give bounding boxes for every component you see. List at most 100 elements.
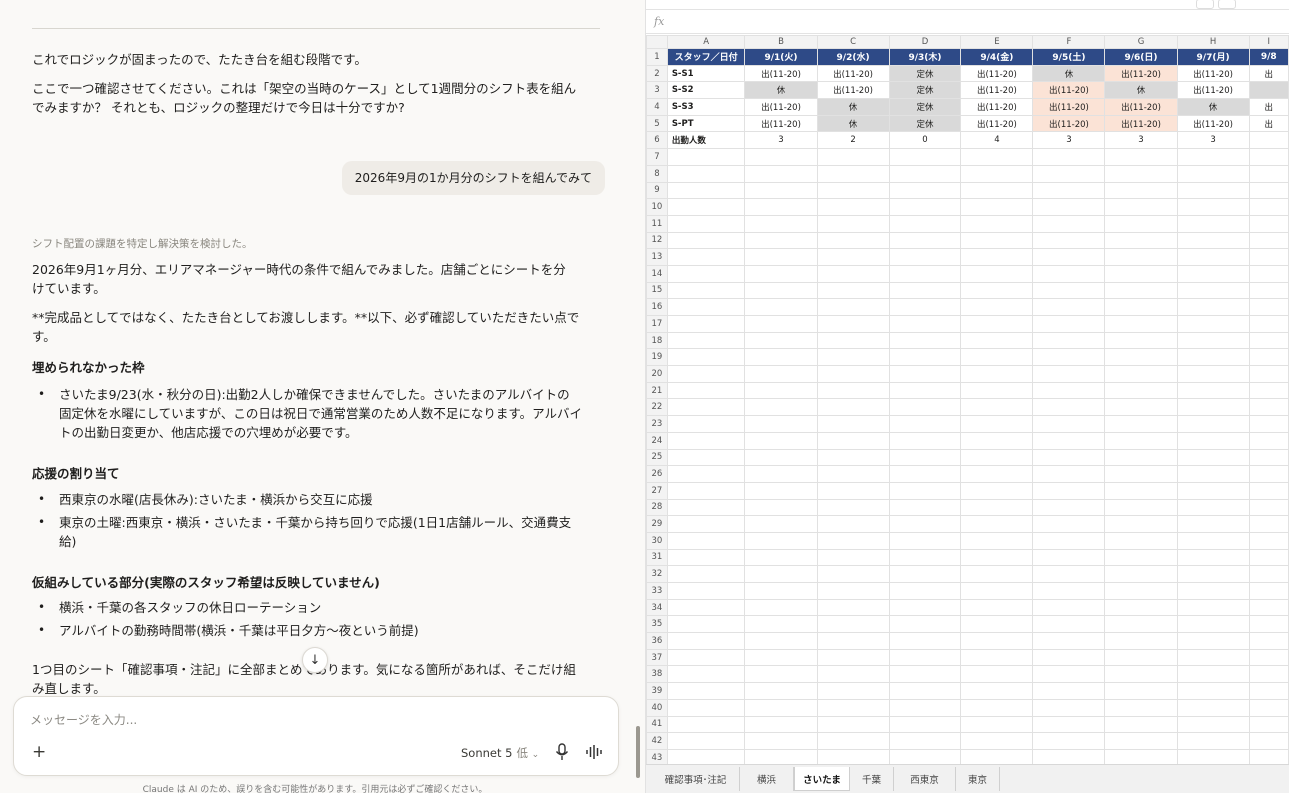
empty-cell[interactable]	[816, 632, 890, 650]
empty-cell[interactable]	[816, 415, 890, 433]
empty-cell[interactable]	[1032, 548, 1106, 567]
empty-cell[interactable]	[1176, 381, 1250, 400]
empty-cell[interactable]	[1248, 348, 1289, 367]
empty-cell[interactable]	[888, 465, 962, 483]
count-cell[interactable]: 0	[888, 131, 962, 150]
shift-cell[interactable]: 出	[1248, 98, 1289, 116]
empty-cell[interactable]	[744, 198, 818, 216]
empty-cell[interactable]	[1032, 381, 1106, 400]
empty-cell[interactable]	[744, 665, 818, 684]
empty-cell[interactable]	[888, 365, 962, 383]
empty-cell[interactable]	[666, 481, 746, 500]
shift-cell[interactable]: 出(11-20)	[960, 64, 1034, 83]
empty-cell[interactable]	[1032, 565, 1106, 583]
empty-cell[interactable]	[1176, 148, 1250, 166]
empty-cell[interactable]	[888, 515, 962, 533]
empty-cell[interactable]	[1032, 732, 1106, 750]
empty-cell[interactable]	[666, 615, 746, 634]
empty-cell[interactable]	[744, 398, 818, 417]
empty-cell[interactable]	[888, 582, 962, 600]
empty-cell[interactable]	[744, 548, 818, 567]
empty-cell[interactable]	[888, 281, 962, 300]
toolbar-button[interactable]	[1218, 0, 1236, 9]
sheet-tab[interactable]: 確認事項･注記	[652, 767, 740, 791]
shift-cell[interactable]: 出(11-20)	[1176, 64, 1250, 83]
empty-cell[interactable]	[960, 498, 1034, 517]
row-header[interactable]: 30	[646, 531, 668, 550]
empty-cell[interactable]	[816, 331, 890, 350]
empty-cell[interactable]	[960, 698, 1034, 717]
empty-cell[interactable]	[1032, 431, 1106, 450]
sheet-tab[interactable]: 西東京	[894, 767, 956, 791]
shift-cell[interactable]: 定休	[888, 98, 962, 116]
row-header[interactable]: 33	[646, 582, 668, 600]
shift-cell[interactable]: 休	[1032, 64, 1106, 83]
empty-cell[interactable]	[816, 248, 890, 266]
empty-cell[interactable]	[666, 214, 746, 233]
empty-cell[interactable]	[1104, 598, 1178, 617]
empty-cell[interactable]	[1032, 598, 1106, 617]
empty-cell[interactable]	[1032, 264, 1106, 283]
empty-cell[interactable]	[666, 264, 746, 283]
count-cell[interactable]: 4	[960, 131, 1034, 150]
empty-cell[interactable]	[888, 248, 962, 266]
empty-cell[interactable]	[1032, 348, 1106, 367]
empty-cell[interactable]	[816, 365, 890, 383]
empty-cell[interactable]	[1176, 198, 1250, 216]
empty-cell[interactable]	[1176, 365, 1250, 383]
empty-cell[interactable]	[1104, 431, 1178, 450]
empty-cell[interactable]	[1032, 331, 1106, 350]
empty-cell[interactable]	[1176, 281, 1250, 300]
empty-cell[interactable]	[1176, 481, 1250, 500]
message-input[interactable]	[30, 713, 590, 727]
empty-cell[interactable]	[1176, 682, 1250, 700]
header-cell[interactable]: 9/3(木)	[888, 48, 962, 66]
empty-cell[interactable]	[1104, 214, 1178, 233]
empty-cell[interactable]	[1104, 381, 1178, 400]
empty-cell[interactable]	[1176, 231, 1250, 250]
empty-cell[interactable]	[816, 398, 890, 417]
empty-cell[interactable]	[744, 465, 818, 483]
shift-cell[interactable]: 休	[816, 98, 890, 116]
empty-cell[interactable]	[1032, 398, 1106, 417]
staff-name-cell[interactable]: S-PT	[666, 114, 746, 133]
empty-cell[interactable]	[1032, 281, 1106, 300]
empty-cell[interactable]	[744, 164, 818, 183]
empty-cell[interactable]	[1248, 298, 1289, 316]
header-cell[interactable]: スタッフ／日付	[666, 48, 746, 66]
row-header[interactable]: 22	[646, 398, 668, 417]
empty-cell[interactable]	[666, 565, 746, 583]
empty-cell[interactable]	[816, 548, 890, 567]
empty-cell[interactable]	[1104, 498, 1178, 517]
empty-cell[interactable]	[1248, 648, 1289, 667]
empty-cell[interactable]	[1032, 148, 1106, 166]
row-header[interactable]: 23	[646, 415, 668, 433]
empty-cell[interactable]	[1032, 715, 1106, 734]
empty-cell[interactable]	[1032, 198, 1106, 216]
empty-cell[interactable]	[960, 415, 1034, 433]
empty-cell[interactable]	[888, 548, 962, 567]
empty-cell[interactable]	[1032, 448, 1106, 467]
header-cell[interactable]: 9/5(土)	[1032, 48, 1106, 66]
empty-cell[interactable]	[816, 181, 890, 200]
row-header[interactable]: 32	[646, 565, 668, 583]
row-header[interactable]: 37	[646, 648, 668, 667]
empty-cell[interactable]	[888, 448, 962, 467]
empty-cell[interactable]	[1104, 315, 1178, 333]
empty-cell[interactable]	[1032, 231, 1106, 250]
empty-cell[interactable]	[666, 632, 746, 650]
empty-cell[interactable]	[888, 732, 962, 750]
empty-cell[interactable]	[1104, 181, 1178, 200]
empty-cell[interactable]	[816, 148, 890, 166]
shift-cell[interactable]: 出(11-20)	[816, 64, 890, 83]
empty-cell[interactable]	[1104, 415, 1178, 433]
row-header[interactable]: 19	[646, 348, 668, 367]
empty-cell[interactable]	[666, 381, 746, 400]
empty-cell[interactable]	[816, 665, 890, 684]
empty-cell[interactable]	[1248, 715, 1289, 734]
empty-cell[interactable]	[1248, 315, 1289, 333]
row-header[interactable]: 36	[646, 632, 668, 650]
empty-cell[interactable]	[744, 715, 818, 734]
empty-cell[interactable]	[666, 715, 746, 734]
empty-cell[interactable]	[1248, 148, 1289, 166]
